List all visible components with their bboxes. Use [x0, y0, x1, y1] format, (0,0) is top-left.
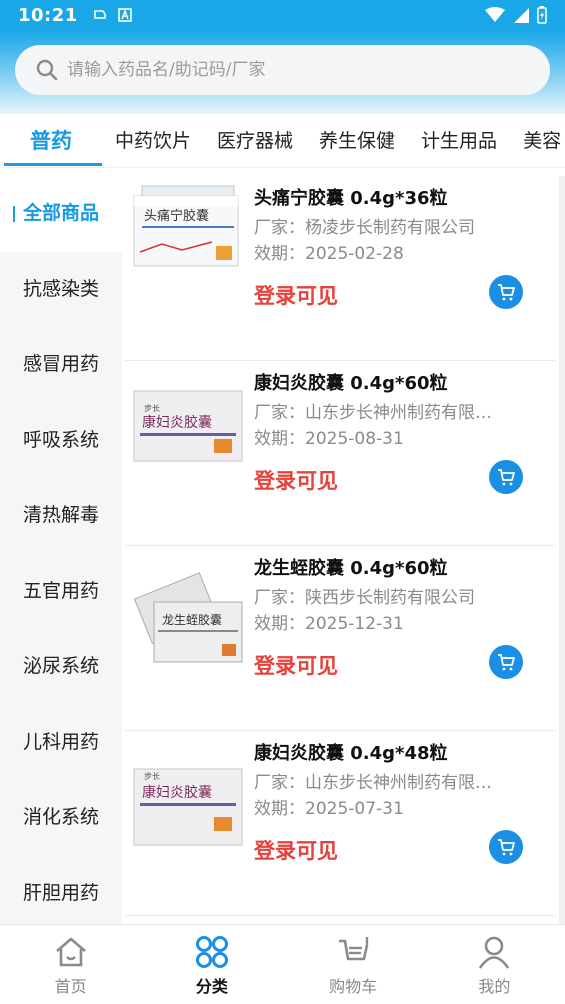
cart-icon [339, 937, 369, 961]
product-expiry: 效期：2025-07-31 [254, 799, 404, 819]
product-expiry: 效期：2025-02-28 [254, 244, 404, 264]
product-image[interactable]: 头痛宁胶囊 [132, 184, 244, 268]
cart-icon [498, 654, 515, 671]
scrollbar[interactable] [559, 176, 565, 924]
add-to-cart-button[interactable] [489, 460, 523, 494]
sidebar-item-liver[interactable]: 肝胆用药 [0, 856, 122, 932]
tab-chinese-herbs[interactable]: 中药饮片 [102, 114, 204, 167]
wifi-icon [485, 7, 505, 22]
sidebar-item-cold[interactable]: 感冒用药 [0, 327, 122, 403]
cart-icon [498, 469, 515, 486]
add-to-cart-button[interactable] [489, 275, 523, 309]
nav-cart[interactable]: 购物车 [283, 925, 424, 1004]
header [0, 30, 565, 114]
product-expiry: 效期：2025-08-31 [254, 429, 404, 449]
product-price: 登录可见 [254, 469, 338, 493]
product-item[interactable]: 头痛宁胶囊 头痛宁胶囊 0.4g*36粒 厂家：杨凌步长制药有限公司 效期：20… [124, 176, 556, 361]
sidebar: 全部商品 抗感染类 感冒用药 呼吸系统 清热解毒 五官用药 泌尿系统 儿科用药 … [0, 176, 122, 924]
status-bar: 10:21 [0, 0, 565, 30]
nav-profile-label: 我的 [478, 977, 511, 996]
status-time: 10:21 [18, 4, 78, 26]
add-to-cart-button[interactable] [489, 645, 523, 679]
search-input[interactable] [67, 60, 507, 80]
product-image[interactable]: 龙生蛭胶囊 [132, 572, 244, 664]
add-to-cart-button[interactable] [489, 830, 523, 864]
nav-profile[interactable]: 我的 [424, 925, 565, 1004]
product-name[interactable]: 康妇炎胶囊 0.4g*48粒 [254, 739, 448, 765]
product-box-text: 龙生蛭胶囊 [162, 612, 222, 627]
product-manufacturer: 厂家：山东步长神州制药有限… [254, 773, 492, 793]
home-icon [55, 937, 86, 967]
svg-text:步长: 步长 [144, 403, 160, 413]
product-name[interactable]: 头痛宁胶囊 0.4g*36粒 [254, 184, 448, 210]
sidebar-item-anti-infection[interactable]: 抗感染类 [0, 252, 122, 328]
nav-home-label: 首页 [54, 977, 87, 996]
product-price: 登录可见 [254, 284, 338, 308]
product-price: 登录可见 [254, 654, 338, 678]
tab-beauty[interactable]: 美容 [510, 114, 565, 167]
product-manufacturer: 厂家：山东步长神州制药有限… [254, 403, 492, 423]
sidebar-item-ent[interactable]: 五官用药 [0, 554, 122, 630]
sync-icon [93, 10, 106, 19]
product-item[interactable]: 步长 康妇炎胶囊 康妇炎胶囊 0.4g*48粒 厂家：山东步长神州制药有限… 效… [124, 731, 556, 916]
cart-icon [498, 839, 515, 856]
product-name[interactable]: 康妇炎胶囊 0.4g*60粒 [254, 369, 448, 395]
sidebar-item-pediatric[interactable]: 儿科用药 [0, 705, 122, 781]
product-image[interactable]: 步长 康妇炎胶囊 [132, 765, 244, 849]
search-bar[interactable] [15, 45, 550, 95]
sidebar-item-all[interactable]: 全部商品 [0, 176, 122, 252]
product-expiry: 效期：2025-12-31 [254, 614, 404, 634]
signal-icon [514, 8, 529, 23]
font-icon [117, 8, 132, 22]
product-box-text: 康妇炎胶囊 [142, 784, 212, 801]
tab-medical-devices[interactable]: 医疗器械 [204, 114, 306, 167]
product-item[interactable]: 步长 康妇炎胶囊 康妇炎胶囊 0.4g*60粒 厂家：山东步长神州制药有限… 效… [124, 361, 556, 546]
nav-category-label: 分类 [195, 977, 228, 996]
category-tabs: 普药 中药饮片 医疗器械 养生保健 计生用品 美容 [0, 114, 565, 168]
search-icon [36, 59, 58, 81]
nav-category[interactable]: 分类 [141, 925, 282, 1004]
tab-common-drugs[interactable]: 普药 [0, 114, 102, 167]
product-box-text: 康妇炎胶囊 [142, 414, 212, 431]
nav-cart-label: 购物车 [329, 977, 378, 996]
product-name[interactable]: 龙生蛭胶囊 0.4g*60粒 [254, 554, 448, 580]
product-list: 头痛宁胶囊 头痛宁胶囊 0.4g*36粒 厂家：杨凌步长制药有限公司 效期：20… [122, 176, 565, 924]
product-manufacturer: 厂家：陕西步长制药有限公司 [254, 588, 475, 608]
tab-health-care[interactable]: 养生保健 [306, 114, 408, 167]
cart-icon [498, 284, 515, 301]
product-manufacturer: 厂家：杨凌步长制药有限公司 [254, 218, 475, 238]
nav-home[interactable]: 首页 [0, 925, 141, 1004]
product-box-text: 头痛宁胶囊 [144, 208, 209, 224]
bottom-nav: 首页 分类 购物车 我的 [0, 924, 565, 1004]
sidebar-item-digestive[interactable]: 消化系统 [0, 780, 122, 856]
sidebar-item-urinary[interactable]: 泌尿系统 [0, 629, 122, 705]
product-price: 登录可见 [254, 839, 338, 863]
category-icon [195, 936, 228, 968]
product-item[interactable]: 龙生蛭胶囊 龙生蛭胶囊 0.4g*60粒 厂家：陕西步长制药有限公司 效期：20… [124, 546, 556, 731]
sidebar-item-respiratory[interactable]: 呼吸系统 [0, 403, 122, 479]
svg-text:步长: 步长 [144, 771, 160, 781]
tab-family-planning[interactable]: 计生用品 [408, 114, 510, 167]
user-icon [479, 936, 510, 969]
product-image[interactable]: 步长 康妇炎胶囊 [132, 381, 244, 465]
sidebar-item-detox[interactable]: 清热解毒 [0, 478, 122, 554]
battery-icon [537, 6, 547, 24]
